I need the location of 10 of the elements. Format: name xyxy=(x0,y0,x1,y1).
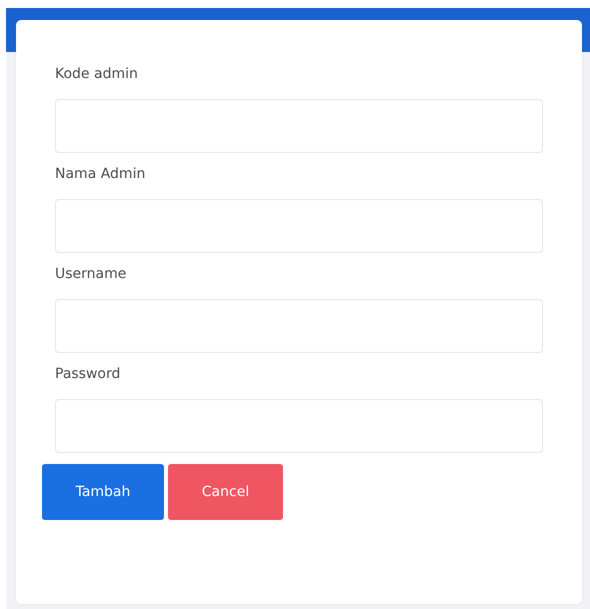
field-label: Password xyxy=(55,365,122,384)
field-label: Nama Admin xyxy=(55,165,146,184)
field-label: Kode admin xyxy=(55,65,139,84)
input-field[interactable] xyxy=(55,299,543,353)
input-field[interactable] xyxy=(55,99,543,153)
input-field[interactable] xyxy=(55,399,543,453)
cancel-button[interactable]: Cancel xyxy=(168,464,283,520)
input-field[interactable] xyxy=(55,199,543,253)
field-label: Username xyxy=(55,265,128,284)
submit-button[interactable]: Tambah xyxy=(42,464,164,520)
